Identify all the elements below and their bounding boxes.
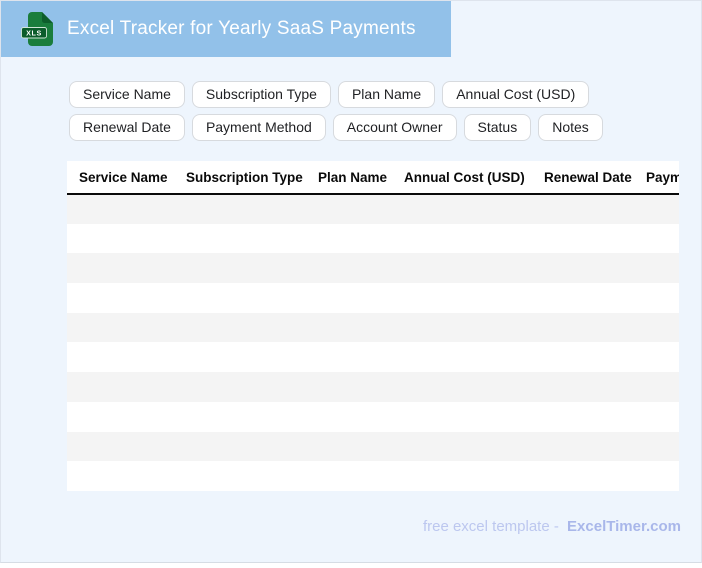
table-row (67, 312, 679, 343)
column-chip[interactable]: Status (463, 114, 532, 141)
table-cell (392, 283, 532, 313)
table-header-cell: Annual Cost (USD) (392, 161, 532, 195)
table-cell (174, 402, 306, 432)
xls-file-icon: XLS (21, 12, 57, 46)
table-cell (67, 253, 174, 283)
table-cell (174, 194, 306, 224)
table-cell (532, 253, 634, 283)
table-header-row: Service Name Subscription Type Plan Name… (67, 161, 679, 195)
table-cell (634, 224, 679, 254)
table-cell (532, 283, 634, 313)
table-cell (532, 402, 634, 432)
table-cell (174, 283, 306, 313)
table-cell (306, 432, 392, 462)
table-body (67, 194, 679, 491)
table-row (67, 223, 679, 254)
table-cell (532, 461, 634, 491)
table-row (67, 461, 679, 491)
table-cell (67, 194, 174, 224)
table-cell (634, 283, 679, 313)
column-chip[interactable]: Notes (538, 114, 603, 141)
table-cell (67, 402, 174, 432)
table-cell (174, 461, 306, 491)
column-chip[interactable]: Payment Method (191, 114, 326, 141)
table-cell (67, 432, 174, 462)
table-cell (306, 283, 392, 313)
table-cell (392, 432, 532, 462)
table-cell (306, 313, 392, 343)
table-cell (532, 194, 634, 224)
table-cell (306, 342, 392, 372)
column-chip[interactable]: Renewal Date (69, 114, 185, 141)
column-chip[interactable]: Annual Cost (USD) (442, 81, 590, 108)
footer-text: free excel template - (422, 518, 559, 535)
table-cell (306, 461, 392, 491)
table-cell (634, 461, 679, 491)
template-preview-card: XLS Excel Tracker for Yearly SaaS Paymen… (0, 0, 702, 563)
table-cell (67, 224, 174, 254)
header-banner: XLS Excel Tracker for Yearly SaaS Paymen… (1, 1, 451, 57)
table-cell (532, 313, 634, 343)
table-cell (634, 432, 679, 462)
table-cell (634, 342, 679, 372)
table-row (67, 253, 679, 284)
table-cell (392, 194, 532, 224)
table-header-cell: Service Name (67, 161, 174, 195)
table-row (67, 431, 679, 462)
table-cell (634, 313, 679, 343)
table-cell (67, 283, 174, 313)
table-cell (634, 253, 679, 283)
table-cell (174, 432, 306, 462)
table-cell (174, 313, 306, 343)
table-row (67, 283, 679, 313)
table-cell (174, 342, 306, 372)
table-cell (67, 461, 174, 491)
column-chip[interactable]: Plan Name (337, 81, 436, 108)
table-cell (306, 194, 392, 224)
table-cell (532, 342, 634, 372)
column-chip[interactable]: Service Name (69, 81, 185, 108)
table-cell (306, 224, 392, 254)
table-cell (634, 372, 679, 402)
table-cell (392, 342, 532, 372)
tracker-table: Service Name Subscription Type Plan Name… (67, 161, 679, 491)
table-header-cell: Renewal Date (532, 161, 634, 195)
table-cell (306, 253, 392, 283)
table-row (67, 194, 679, 224)
xls-badge-label: XLS (26, 29, 42, 38)
table-header-cell: Subscription Type (174, 161, 306, 195)
table-cell (532, 224, 634, 254)
column-chip-list: Service Name Subscription Type Plan Name… (69, 81, 695, 141)
table-cell (67, 372, 174, 402)
page-title: Excel Tracker for Yearly SaaS Payments (67, 18, 416, 39)
table-cell (392, 402, 532, 432)
table-cell (306, 402, 392, 432)
table-header-cell: Payment Method (634, 161, 679, 195)
table-cell (392, 224, 532, 254)
table-cell (392, 461, 532, 491)
table-cell (67, 313, 174, 343)
table-header-cell: Plan Name (306, 161, 392, 195)
table-cell (392, 372, 532, 402)
file-fold (42, 12, 53, 23)
column-chip[interactable]: Subscription Type (191, 81, 331, 108)
table-cell (392, 253, 532, 283)
column-chip[interactable]: Account Owner (332, 114, 457, 141)
table-cell (306, 372, 392, 402)
table-cell (174, 253, 306, 283)
table-cell (174, 372, 306, 402)
table-row (67, 401, 679, 432)
table-cell (174, 224, 306, 254)
table-row (67, 372, 679, 402)
table-cell (634, 402, 679, 432)
table-cell (67, 342, 174, 372)
table-cell (392, 313, 532, 343)
footer-credit: free excel template - ExcelTimer.com (423, 518, 681, 535)
table-row (67, 342, 679, 373)
table-cell (532, 372, 634, 402)
table-cell (532, 432, 634, 462)
footer-brand-link[interactable]: ExcelTimer.com (567, 518, 681, 535)
table-cell (634, 194, 679, 224)
